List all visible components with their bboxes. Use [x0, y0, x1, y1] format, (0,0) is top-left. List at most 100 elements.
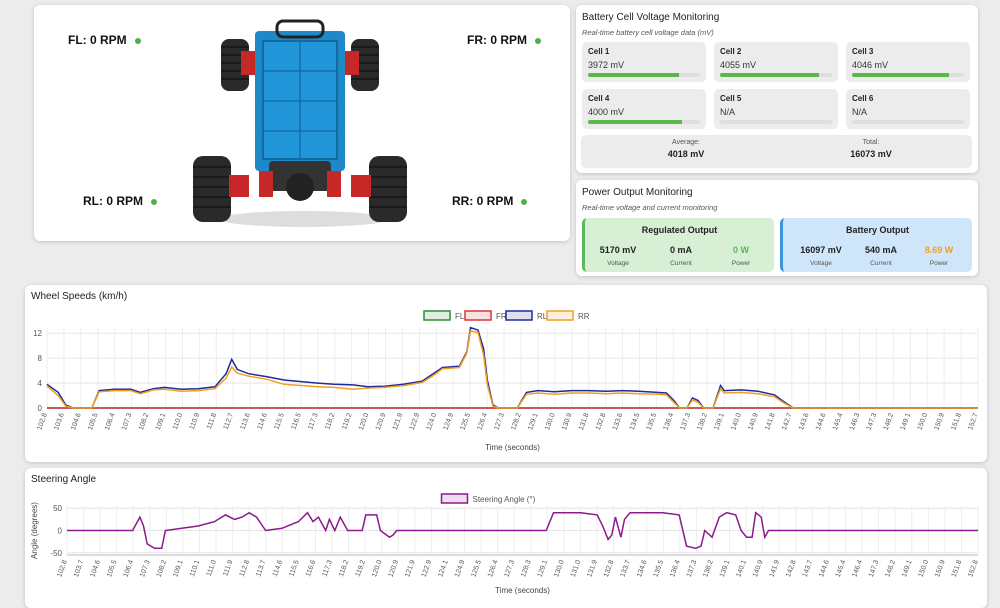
legend[interactable]: Steering Angle (°)	[440, 493, 536, 504]
x-tick-label: 124.1	[437, 559, 450, 578]
y-tick-label: 8	[38, 354, 43, 363]
cell-value: 4046 mV	[852, 60, 889, 70]
steering-angle-chart: -50 0 50 102.8 103.7 104.6 105.5 106.4 107.3 108.…	[30, 493, 980, 595]
cell-value: 4000 mV	[588, 107, 625, 117]
battery-current-value: 540 mA	[864, 245, 898, 255]
x-tick-label: 119.2	[341, 412, 353, 430]
battery-voltage-value: 16097 mV	[800, 245, 842, 255]
x-tick-label: 124.9	[443, 412, 456, 431]
x-tick-label: 150.0	[918, 559, 931, 578]
rpm-rr-label: RR: 0 RPM	[452, 194, 514, 208]
legend-item[interactable]: Steering Angle (°)	[440, 493, 536, 504]
average-label: Average:	[672, 139, 700, 146]
x-tick-label: 149.1	[900, 412, 913, 431]
x-tick-label: 120.9	[375, 412, 388, 431]
x-tick-label: 145.4	[835, 559, 848, 578]
battery-output-title: Battery Output	[846, 225, 909, 235]
x-tick-label: 121.9	[404, 559, 417, 578]
x-tick-label: 135.5	[646, 412, 659, 431]
x-tick-label: 132.8	[603, 559, 616, 578]
x-tick-label: 150.9	[933, 412, 946, 431]
legend-item[interactable]: RL	[505, 310, 548, 321]
x-tick-label: 105.5	[87, 412, 100, 431]
x-tick-label: 127.3	[493, 412, 506, 431]
x-tick-label: 103.7	[73, 559, 86, 578]
x-tick-label: 126.4	[487, 559, 500, 578]
x-tick-label: 132.8	[595, 412, 608, 431]
power-subtitle: Real-time voltage and current monitoring	[582, 203, 718, 212]
grid	[46, 327, 979, 409]
rpm-rr: RR: 0 RPM	[452, 194, 528, 208]
battery-voltage: 16097 mV Voltage	[791, 245, 851, 267]
x-tick-label: 152.7	[967, 412, 980, 431]
x-tick-label: 110.9	[189, 412, 201, 430]
rpm-rl: RL: 0 RPM	[83, 194, 157, 208]
cell-voltage-bar	[588, 120, 700, 124]
x-tick-label: 122.9	[421, 559, 434, 578]
regulated-current: 0 mA Current	[651, 245, 711, 267]
battery-panel: Battery Cell Voltage Monitoring Real-tim…	[576, 5, 978, 173]
legend[interactable]: FL FR RL RR	[423, 310, 590, 321]
battery-title: Battery Cell Voltage Monitoring	[582, 12, 720, 23]
legend-swatch	[546, 310, 574, 321]
x-tick-label: 143.6	[798, 412, 811, 431]
y-axis-title: Angle (degrees)	[30, 502, 39, 559]
x-axis-title: Time (seconds)	[495, 586, 550, 595]
x-tick-label: 145.4	[832, 412, 845, 431]
x-tick-label: 147.3	[866, 412, 879, 431]
rpm-rl-label: RL: 0 RPM	[83, 194, 143, 208]
x-tick-label: 144.6	[815, 412, 828, 431]
x-tick-label: 118.2	[338, 559, 350, 577]
x-tick-label: 117.3	[307, 412, 319, 430]
legend-item[interactable]: FR	[464, 310, 507, 321]
legend-item[interactable]: RR	[546, 310, 590, 321]
x-tick-label: 136.4	[663, 412, 676, 431]
y-tick-label: 4	[38, 379, 43, 388]
x-tick-label: 108.2	[138, 412, 151, 431]
regulated-power-label: Power	[731, 260, 751, 267]
x-tick-label: 151.8	[951, 559, 964, 578]
x-tick-label: 141.8	[764, 412, 777, 431]
legend-item[interactable]: FL	[423, 310, 465, 321]
series-line-rr	[46, 329, 978, 409]
cell-voltage-bar	[852, 120, 964, 124]
y-tick-label: 0	[38, 404, 43, 413]
x-tick-label: 108.2	[156, 559, 169, 578]
x-tick-label: 136.4	[669, 559, 682, 578]
legend-swatch	[464, 310, 492, 321]
cell-name: Cell 4	[588, 94, 610, 103]
x-tick-label: 104.6	[70, 412, 83, 431]
total-block: Total: 16073 mV	[801, 139, 941, 159]
x-tick-label: 120.0	[358, 412, 371, 431]
x-tick-label: 120.9	[388, 559, 401, 578]
x-tick-label: 122.9	[409, 412, 422, 431]
x-tick-label: 128.2	[510, 412, 523, 431]
x-tick-label: 140.9	[747, 412, 760, 431]
wheel-speed-chart: 0 4 8 12 102.8 103.6 104.6 105.5 106.4 107.3 108.2…	[33, 310, 980, 452]
x-tick-label: 119.2	[355, 559, 367, 577]
x-tick-label: 124.9	[454, 559, 467, 578]
x-tick-label: 112.8	[239, 559, 251, 577]
series-line-rl	[46, 326, 978, 409]
x-tick-label: 150.0	[917, 412, 930, 431]
x-tick-label: 116.6	[305, 559, 317, 577]
x-tick-label: 140.0	[730, 412, 743, 431]
x-tick-label: 139.1	[713, 412, 726, 431]
status-dot-fl	[134, 37, 141, 44]
x-tick-label: 111.8	[206, 412, 218, 430]
status-dot-fr	[535, 37, 541, 44]
legend-swatch	[423, 310, 451, 321]
x-tick-label: 148.2	[884, 559, 897, 578]
x-tick-label: 104.6	[89, 559, 102, 578]
battery-current-label: Current	[870, 260, 892, 267]
legend-swatch	[440, 493, 469, 504]
cell-card-3: Cell 3 4046 mV	[846, 42, 970, 82]
x-tick-label: 135.5	[653, 559, 666, 578]
x-tick-label: 125.5	[470, 559, 483, 578]
power-title: Power Output Monitoring	[582, 187, 693, 198]
legend-label: FL	[455, 312, 465, 321]
cell-voltage-fill	[720, 73, 819, 77]
regulated-power-value: 0 W	[732, 245, 749, 255]
x-tick-label: 121.9	[392, 412, 405, 431]
y-tick-label: -50	[50, 549, 62, 558]
